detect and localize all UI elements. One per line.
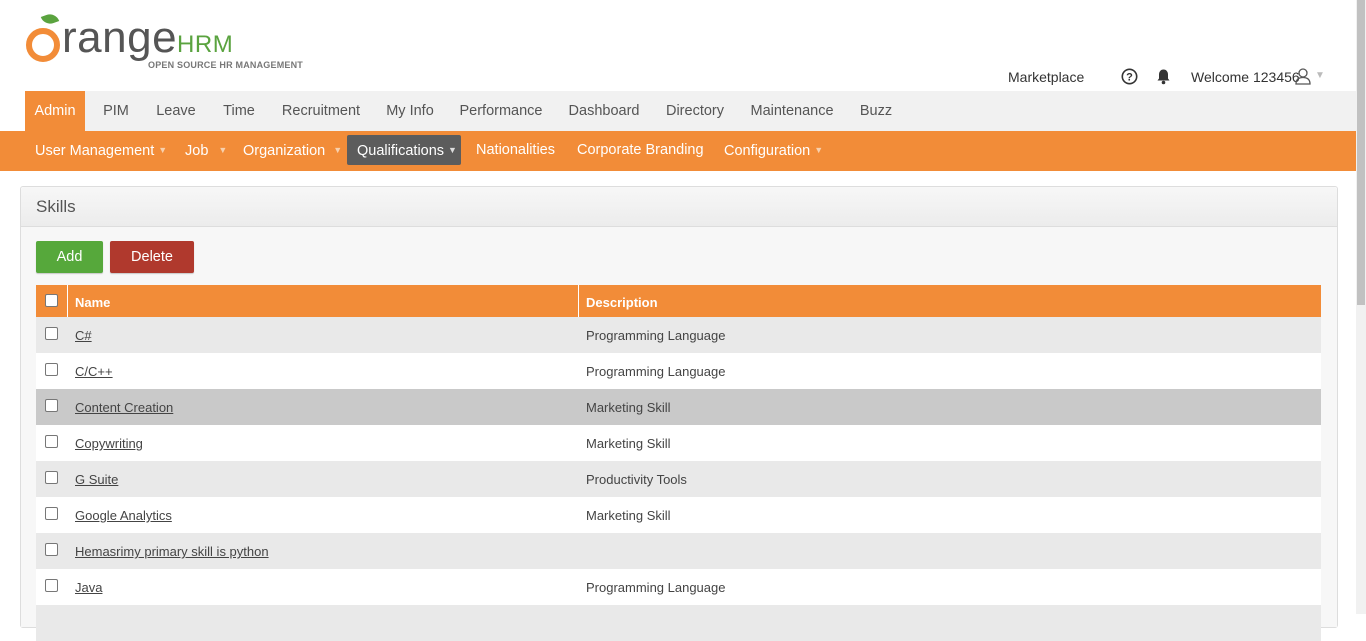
- logo-hrm-text: HRM: [177, 31, 234, 58]
- menu-pim[interactable]: PIM: [92, 91, 140, 131]
- skill-description: Marketing Skill: [586, 400, 671, 415]
- table-row: Google Analytics Marketing Skill: [36, 497, 1321, 533]
- menu-dashboard[interactable]: Dashboard: [563, 91, 645, 131]
- logo-tagline: OPEN SOURCE HR MANAGEMENT: [148, 60, 304, 70]
- sub-menu: User Management ▼ Job ▼ Organization ▼ Qual…: [0, 131, 1356, 171]
- skill-name-link[interactable]: C/C++: [75, 364, 113, 379]
- skill-description: Marketing Skill: [586, 436, 671, 451]
- table-row: G Suite Productivity Tools: [36, 461, 1321, 497]
- menu-time[interactable]: Time: [214, 91, 264, 131]
- submenu-configuration[interactable]: Configuration ▼: [714, 135, 833, 165]
- skill-name-link[interactable]: Google Analytics: [75, 508, 172, 523]
- menu-recruitment[interactable]: Recruitment: [276, 91, 366, 131]
- page-scrollbar[interactable]: [1356, 0, 1366, 614]
- skill-description: Marketing Skill: [586, 508, 671, 523]
- caret-down-icon: ▼: [333, 145, 343, 155]
- submenu-label: Job: [185, 143, 209, 159]
- orange-logo-icon: [26, 28, 60, 62]
- table-row: Java Programming Language: [36, 569, 1321, 605]
- row-checkbox[interactable]: [45, 435, 58, 448]
- skill-name-link[interactable]: G Suite: [75, 472, 118, 487]
- select-all-checkbox[interactable]: [45, 294, 58, 307]
- orangehrm-logo[interactable]: rangeHRM OPEN SOURCE HR MANAGEMENT: [24, 11, 314, 74]
- submenu-job[interactable]: Job ▼: [175, 135, 237, 165]
- submenu-user-management[interactable]: User Management ▼: [25, 135, 177, 165]
- skill-name-link[interactable]: Hemasrimy primary skill is python: [75, 544, 269, 559]
- page-title: Skills: [36, 197, 76, 216]
- header: rangeHRM OPEN SOURCE HR MANAGEMENT Marke…: [0, 0, 1356, 92]
- table-row: C# Programming Language: [36, 317, 1321, 353]
- table-row: Copywriting Marketing Skill: [36, 425, 1321, 461]
- skill-name-link[interactable]: Content Creation: [75, 400, 173, 415]
- help-icon[interactable]: ?: [1121, 68, 1138, 85]
- user-icon[interactable]: [1295, 67, 1311, 85]
- scrollbar-thumb[interactable]: [1357, 0, 1365, 305]
- caret-down-icon: ▼: [158, 145, 168, 155]
- leaf-icon: [40, 11, 60, 27]
- skill-description: Programming Language: [586, 328, 726, 343]
- row-checkbox[interactable]: [45, 363, 58, 376]
- submenu-label: Configuration: [724, 143, 811, 159]
- add-button[interactable]: Add: [36, 241, 103, 273]
- table-row: [36, 605, 1321, 641]
- delete-button[interactable]: Delete: [110, 241, 194, 273]
- welcome-user[interactable]: Welcome 123456: [1191, 66, 1300, 88]
- column-header-name[interactable]: Name: [75, 295, 110, 310]
- submenu-label: Organization: [243, 143, 326, 159]
- row-checkbox[interactable]: [45, 327, 58, 340]
- caret-down-icon: ▼: [814, 145, 824, 155]
- menu-maintenance[interactable]: Maintenance: [744, 91, 840, 131]
- table-row: Content Creation Marketing Skill: [36, 389, 1321, 425]
- row-checkbox[interactable]: [45, 399, 58, 412]
- menu-leave[interactable]: Leave: [149, 91, 203, 131]
- skill-description: Programming Language: [586, 580, 726, 595]
- logo-text: range: [62, 13, 178, 62]
- skill-name-link[interactable]: Copywriting: [75, 436, 143, 451]
- table-row: C/C++ Programming Language: [36, 353, 1321, 389]
- skill-description: Programming Language: [586, 364, 726, 379]
- skills-table: Name Description C# Programming Language…: [36, 285, 1321, 641]
- marketplace-link[interactable]: Marketplace: [1008, 66, 1084, 88]
- skill-name-link[interactable]: Java: [75, 580, 102, 595]
- bell-icon[interactable]: [1155, 68, 1172, 85]
- table-row: Hemasrimy primary skill is python: [36, 533, 1321, 569]
- svg-text:?: ?: [1126, 72, 1133, 84]
- submenu-corporate-branding[interactable]: Corporate Branding: [567, 135, 714, 165]
- panel-header: Skills: [21, 187, 1337, 227]
- menu-directory[interactable]: Directory: [660, 91, 730, 131]
- submenu-organization[interactable]: Organization ▼: [233, 135, 352, 165]
- submenu-nationalities[interactable]: Nationalities: [466, 135, 565, 165]
- submenu-label: Nationalities: [476, 142, 555, 158]
- panel-body: Add Delete Name Description C# Programmi…: [21, 227, 1337, 641]
- submenu-label: User Management: [35, 143, 155, 159]
- row-checkbox[interactable]: [45, 471, 58, 484]
- submenu-qualifications[interactable]: Qualifications ▼: [347, 135, 461, 165]
- skill-description: Productivity Tools: [586, 472, 687, 487]
- menu-buzz[interactable]: Buzz: [854, 91, 898, 131]
- menu-performance[interactable]: Performance: [455, 91, 547, 131]
- caret-down-icon: ▼: [218, 145, 228, 155]
- skills-panel: Skills Add Delete Name Description C# Pr…: [20, 186, 1338, 641]
- main-menu: Admin PIM Leave Time Recruitment My Info…: [25, 91, 1356, 131]
- row-checkbox[interactable]: [45, 579, 58, 592]
- submenu-label: Corporate Branding: [577, 142, 704, 158]
- menu-my-info[interactable]: My Info: [380, 91, 440, 131]
- row-checkbox[interactable]: [45, 507, 58, 520]
- row-checkbox[interactable]: [45, 543, 58, 556]
- column-header-description[interactable]: Description: [586, 295, 658, 310]
- chevron-down-icon[interactable]: ▼: [1315, 70, 1325, 81]
- table-header: Name Description: [36, 285, 1321, 317]
- caret-down-icon: ▼: [448, 145, 457, 155]
- submenu-label: Qualifications: [357, 143, 445, 159]
- skill-name-link[interactable]: C#: [75, 328, 92, 343]
- menu-admin[interactable]: Admin: [25, 91, 85, 131]
